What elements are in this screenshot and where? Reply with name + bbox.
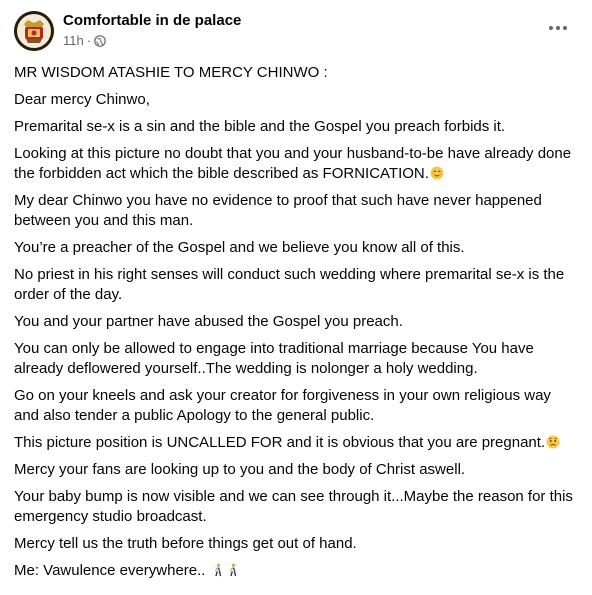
person-walking-emoji [211,563,225,577]
author-name[interactable]: Comfortable in de palace [63,12,241,29]
post-body: MR WISDOM ATASHIE TO MERCY CHINWO : Dear… [14,63,579,588]
post-paragraph: MR WISDOM ATASHIE TO MERCY CHINWO : [14,64,328,81]
post-meta: 11h · [63,33,106,48]
relieved-face-emoji [430,166,444,180]
post-paragraph: Me: Vawulence everywhere.. [14,561,579,581]
worried-face-emoji [546,435,560,449]
post-paragraph: You’re a preacher of the Gospel and we b… [14,239,465,256]
post-paragraph: Mercy your fans are looking up to you an… [14,461,466,478]
post-timestamp[interactable]: 11h [63,33,84,48]
globe-icon[interactable] [94,34,106,47]
facebook-post: Comfortable in de palace 11h · MR WISDOM… [0,0,592,595]
meta-separator: · [86,33,92,48]
post-paragraph: Dear mercy Chinwo, [14,91,150,108]
more-options-button[interactable] [544,18,572,38]
post-paragraph: Mercy tell us the truth before things ge… [14,535,357,552]
post-paragraph: This picture position is UNCALLED FOR an… [14,433,579,453]
post-paragraph: No priest in his right senses will condu… [14,266,565,303]
post-header: Comfortable in de palace 11h · [14,10,578,54]
post-paragraph: My dear Chinwo you have no evidence to p… [14,192,542,229]
post-paragraph: You and your partner have abused the Gos… [14,313,403,330]
person-walking-emoji [226,563,240,577]
author-avatar[interactable] [14,11,54,51]
crest-logo-icon [14,11,54,51]
more-horizontal-icon [549,26,567,30]
post-paragraph: You can only be allowed to engage into t… [14,340,534,377]
post-paragraph: Looking at this picture no doubt that yo… [14,145,572,182]
post-paragraph: Premarital se-x is a sin and the bible a… [14,118,506,135]
post-paragraph: Your baby bump is now visible and we can… [14,488,573,525]
post-paragraph: Go on your kneels and ask your creator f… [14,387,551,424]
